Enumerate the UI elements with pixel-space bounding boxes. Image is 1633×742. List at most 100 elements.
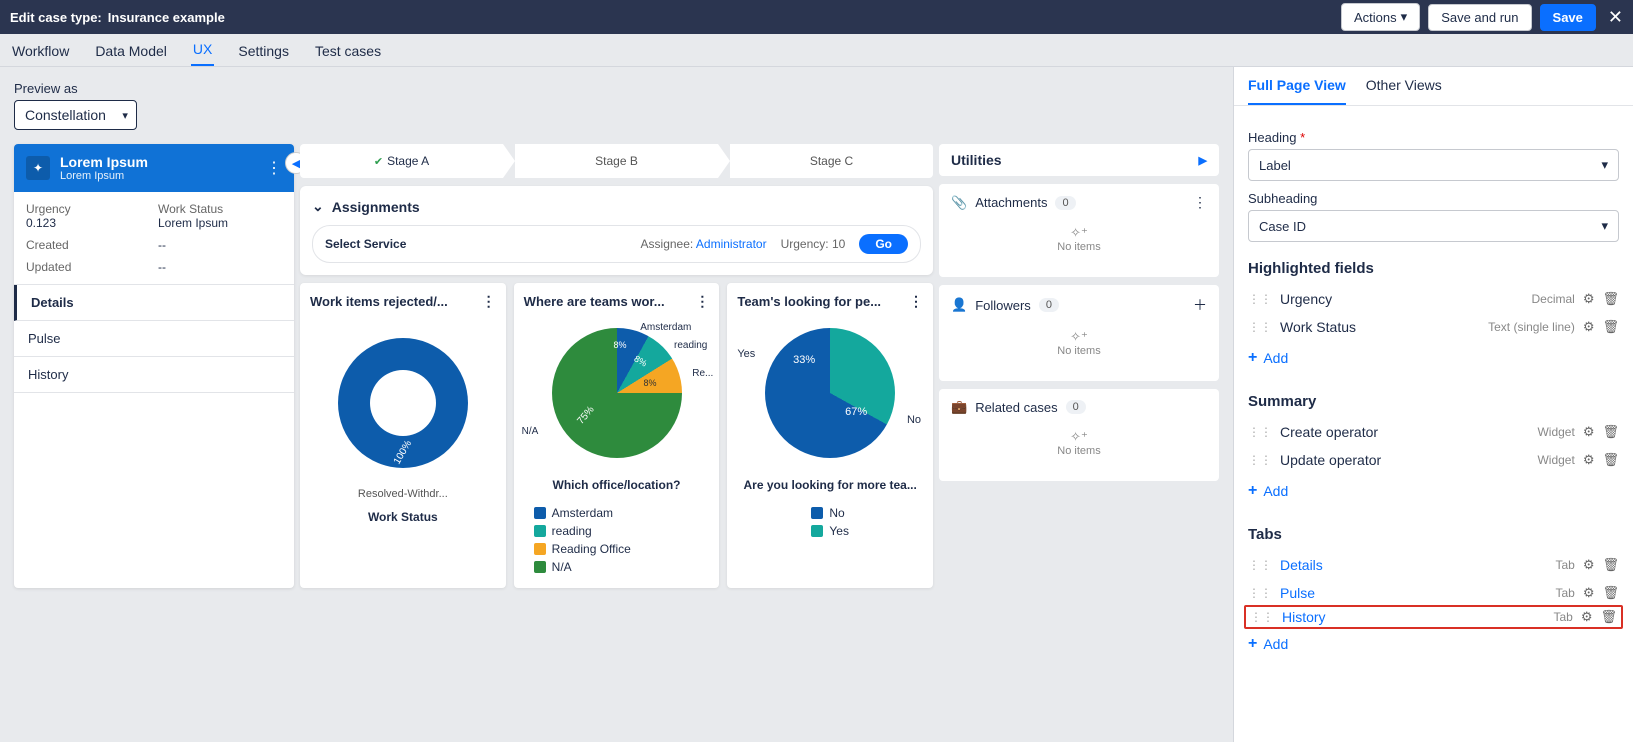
drag-handle-icon[interactable]: ⋮⋮: [1248, 558, 1272, 572]
preview-select[interactable]: Constellation: [14, 100, 137, 130]
drag-handle-icon[interactable]: ⋮⋮: [1248, 453, 1272, 467]
urgency-label: Urgency: [26, 202, 150, 216]
chevron-down-icon: ▾: [1601, 218, 1608, 234]
drag-handle-icon[interactable]: ⋮⋮: [1248, 292, 1272, 306]
nav-tabs: Workflow Data Model UX Settings Test cas…: [0, 34, 1633, 67]
tabs-row-pulse: ⋮⋮ Pulse Tab ⚙🗑: [1248, 579, 1619, 607]
config-tab-other-views[interactable]: Other Views: [1366, 67, 1442, 105]
tab-settings[interactable]: Settings: [236, 36, 291, 66]
drag-handle-icon[interactable]: ⋮⋮: [1250, 610, 1274, 624]
section-highlighted-title: Highlighted fields: [1248, 260, 1619, 277]
gear-icon[interactable]: ⚙: [1583, 319, 1595, 335]
sparkle-icon: ✧⁺: [1070, 329, 1088, 344]
field-row-urgency: ⋮⋮ Urgency Decimal ⚙🗑: [1248, 285, 1619, 313]
gear-icon[interactable]: ⚙: [1583, 424, 1595, 440]
preview-label: Preview as: [14, 81, 1219, 96]
tab-test-cases[interactable]: Test cases: [313, 36, 383, 66]
utilities-header: Utilities ▶: [939, 144, 1219, 176]
util-related-cases: 💼 Related cases 0 ✧⁺No items: [939, 389, 1219, 481]
person-icon: 👤: [951, 297, 967, 313]
gear-icon[interactable]: ⚙: [1581, 609, 1593, 625]
section-tabs-title: Tabs: [1248, 526, 1619, 543]
stage-b[interactable]: Stage B: [515, 154, 718, 168]
stage-a[interactable]: ✔Stage A: [300, 154, 503, 168]
heading-select[interactable]: Label▾: [1248, 149, 1619, 181]
save-button[interactable]: Save: [1540, 4, 1596, 31]
case-header: ✦ Lorem Ipsum Lorem Ipsum ⋮ ◀: [14, 144, 294, 192]
side-tab-details[interactable]: Details: [14, 285, 294, 321]
chart-caption: Which office/location?: [553, 478, 681, 492]
config-panel: Full Page View Other Views Heading * Lab…: [1233, 67, 1633, 742]
updated-value: --: [158, 260, 282, 274]
sparkle-icon: ✧⁺: [1070, 225, 1088, 240]
widget-title: Work items rejected/...: [310, 294, 448, 309]
trash-icon[interactable]: 🗑: [1602, 585, 1619, 601]
widget-menu-icon[interactable]: ⋮: [695, 293, 709, 310]
created-label: Created: [26, 238, 150, 252]
go-button[interactable]: Go: [859, 234, 908, 254]
summary-row-create: ⋮⋮ Create operator Widget ⚙🗑: [1248, 418, 1619, 446]
drag-handle-icon[interactable]: ⋮⋮: [1248, 320, 1272, 334]
pie-chart-office: 8% 8% 8% 75%: [552, 328, 682, 458]
tab-ux[interactable]: UX: [191, 34, 214, 66]
config-tab-full-page[interactable]: Full Page View: [1248, 67, 1346, 105]
case-menu-icon[interactable]: ⋮: [266, 158, 282, 178]
case-summary-panel: ✦ Lorem Ipsum Lorem Ipsum ⋮ ◀ Urgency0.1…: [14, 144, 294, 588]
created-value: --: [158, 238, 282, 252]
gear-icon[interactable]: ⚙: [1583, 452, 1595, 468]
trash-icon[interactable]: 🗑: [1602, 557, 1619, 573]
util-nav-right-icon[interactable]: ▶: [1199, 154, 1207, 167]
widget-menu-icon[interactable]: ⋮: [482, 293, 496, 310]
add-highlighted-button[interactable]: +Add: [1248, 341, 1619, 375]
chevron-down-icon: ▾: [1401, 9, 1408, 25]
paperclip-icon: 📎: [951, 195, 967, 211]
add-follower-icon[interactable]: ＋: [1193, 295, 1207, 315]
gear-icon[interactable]: ⚙: [1583, 585, 1595, 601]
stages-bar: ✔Stage A Stage B Stage C: [300, 144, 933, 178]
util-menu-icon[interactable]: ⋮: [1193, 194, 1207, 211]
side-tab-pulse[interactable]: Pulse: [14, 321, 294, 357]
util-attachments: 📎 Attachments 0 ⋮ ✧⁺No items: [939, 184, 1219, 277]
assignment-row: Select Service Assignee: Administrator U…: [312, 225, 921, 263]
drag-handle-icon[interactable]: ⋮⋮: [1248, 586, 1272, 600]
add-summary-button[interactable]: +Add: [1248, 474, 1619, 508]
trash-icon[interactable]: 🗑: [1600, 609, 1617, 625]
tabs-row-details: ⋮⋮ Details Tab ⚙🗑: [1248, 551, 1619, 579]
pie-chart-yesno: 33% 67%: [765, 328, 895, 458]
updated-label: Updated: [26, 260, 150, 274]
trash-icon[interactable]: 🗑: [1602, 319, 1619, 335]
tab-data-model[interactable]: Data Model: [93, 36, 169, 66]
legend: No Yes: [811, 502, 849, 542]
side-tab-history[interactable]: History: [14, 357, 294, 393]
trash-icon[interactable]: 🗑: [1602, 424, 1619, 440]
subheading-select[interactable]: Case ID▾: [1248, 210, 1619, 242]
assignee-link[interactable]: Administrator: [696, 237, 767, 251]
widget-menu-icon[interactable]: ⋮: [909, 293, 923, 310]
trash-icon[interactable]: 🗑: [1602, 452, 1619, 468]
drag-handle-icon[interactable]: ⋮⋮: [1248, 425, 1272, 439]
sparkle-icon: ✧⁺: [1070, 429, 1088, 444]
summary-row-update: ⋮⋮ Update operator Widget ⚙🗑: [1248, 446, 1619, 474]
actions-button[interactable]: Actions ▾: [1341, 3, 1420, 31]
briefcase-icon: 💼: [951, 399, 967, 415]
tabs-row-history: ⋮⋮ History Tab ⚙🗑: [1244, 605, 1623, 629]
gear-icon[interactable]: ⚙: [1583, 557, 1595, 573]
widget-teams-location: Where are teams wor...⋮ Amsterdam readin…: [514, 283, 720, 588]
case-subtitle: Lorem Ipsum: [60, 170, 148, 182]
close-icon[interactable]: ✕: [1608, 7, 1623, 28]
trash-icon[interactable]: 🗑: [1602, 291, 1619, 307]
workstatus-label: Work Status: [158, 202, 282, 216]
tab-workflow[interactable]: Workflow: [10, 36, 71, 66]
assignments-heading: Assignments: [332, 199, 420, 215]
plus-icon: +: [1248, 635, 1257, 653]
topbar-actions: Actions ▾ Save and run Save ✕: [1341, 3, 1623, 31]
add-tabs-button[interactable]: +Add: [1248, 627, 1619, 661]
assignments-card: ⌄ Assignments Select Service Assignee: Ad…: [300, 186, 933, 275]
gear-icon[interactable]: ⚙: [1583, 291, 1595, 307]
plus-icon: +: [1248, 349, 1257, 367]
field-row-work-status: ⋮⋮ Work Status Text (single line) ⚙🗑: [1248, 313, 1619, 341]
chevron-down-icon[interactable]: ⌄: [312, 198, 324, 215]
save-and-run-button[interactable]: Save and run: [1428, 4, 1531, 31]
check-icon: ✔: [374, 156, 383, 168]
stage-c[interactable]: Stage C: [730, 154, 933, 168]
